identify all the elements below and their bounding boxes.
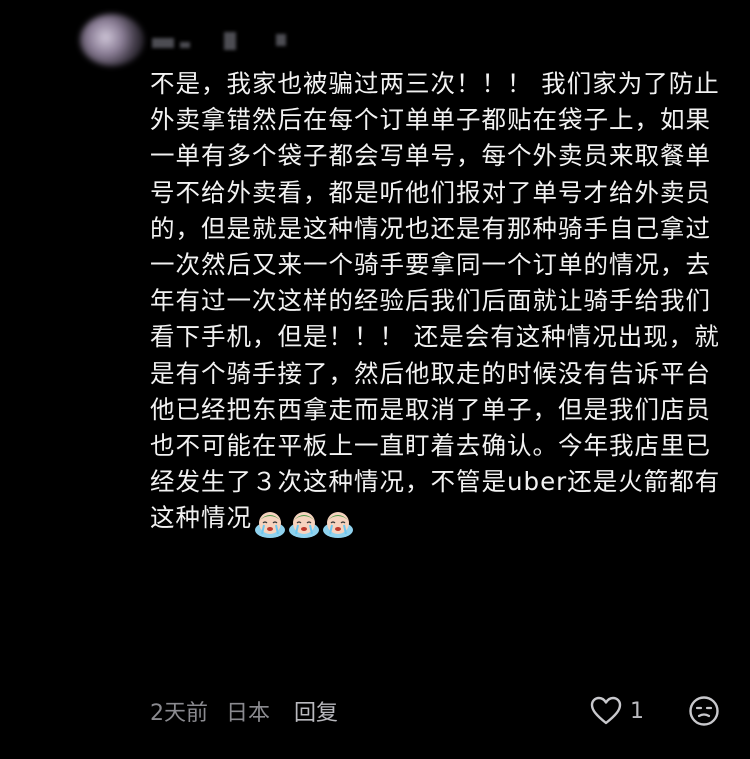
comment-time: 2天前 (150, 701, 208, 726)
comment-card: 不是，我家也被骗过两三次！！！ 我们家为了防止外卖拿错然后在每个订单单子都贴在袋… (0, 0, 750, 759)
comment-actions: 1 (590, 693, 720, 729)
like-button[interactable]: 1 (590, 696, 644, 726)
comment-body: 不是，我家也被骗过两三次！！！ 我们家为了防止外卖拿错然后在每个订单单子都贴在袋… (150, 69, 721, 533)
heart-icon (590, 696, 622, 725)
emoji-row (254, 506, 356, 542)
reply-button[interactable]: 回复 (294, 695, 338, 727)
dislike-button[interactable] (688, 695, 720, 727)
username[interactable] (152, 30, 302, 54)
dislike-face-icon (689, 696, 719, 726)
crying-face-emoji (323, 512, 353, 539)
comment-text: 不是，我家也被骗过两三次！！！ 我们家为了防止外卖拿错然后在每个订单单子都贴在袋… (150, 66, 725, 543)
avatar[interactable] (80, 14, 144, 66)
comment-location: 日本 (226, 701, 271, 726)
crying-face-emoji (255, 512, 285, 539)
crying-face-emoji (289, 512, 319, 539)
like-count: 1 (630, 698, 644, 724)
